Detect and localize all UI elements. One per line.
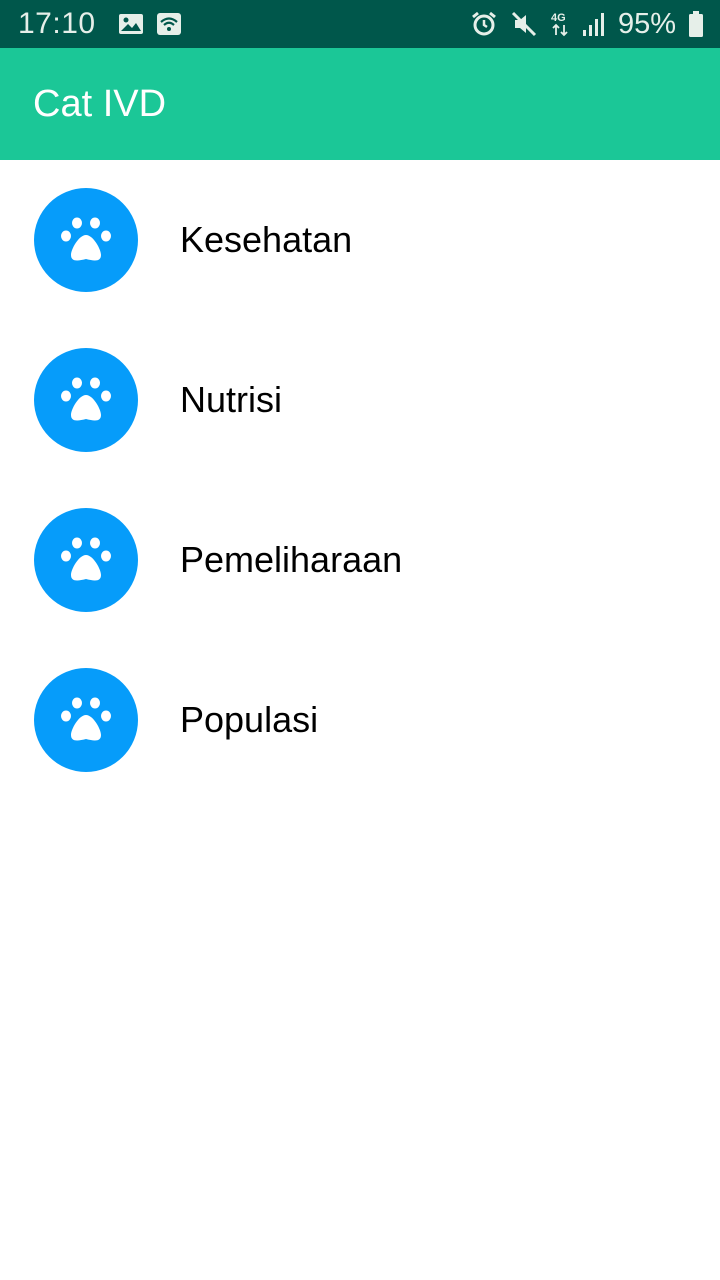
app-title: Cat IVD bbox=[33, 82, 167, 125]
list-item-label: Populasi bbox=[180, 699, 319, 740]
mute-icon bbox=[510, 10, 538, 38]
list-item-pemeliharaan[interactable]: Pemeliharaan bbox=[0, 480, 720, 640]
signal-icon bbox=[582, 11, 606, 37]
status-left: 17:10 bbox=[18, 7, 182, 41]
avatar bbox=[34, 668, 138, 772]
image-icon bbox=[118, 12, 144, 36]
status-bar: 17:10 4G 95% bbox=[0, 0, 720, 48]
battery-percent: 95% bbox=[617, 7, 676, 40]
network-4g-text: 4G bbox=[551, 12, 566, 24]
app-bar: Cat IVD bbox=[0, 48, 720, 160]
network-4g-icon: 4G bbox=[550, 10, 570, 38]
list-item-kesehatan[interactable]: Kesehatan bbox=[0, 160, 720, 320]
list-item-nutrisi[interactable]: Nutrisi bbox=[0, 320, 720, 480]
list-item-label: Kesehatan bbox=[180, 219, 353, 260]
paw-icon bbox=[61, 537, 111, 581]
paw-icon bbox=[61, 377, 111, 421]
avatar bbox=[34, 188, 138, 292]
wifi-hotspot-icon bbox=[156, 12, 182, 36]
avatar bbox=[34, 508, 138, 612]
category-list: Kesehatan Nutrisi Pemeliharaan Populasi bbox=[0, 160, 720, 800]
paw-icon bbox=[61, 217, 111, 261]
paw-icon bbox=[61, 697, 111, 741]
list-item-label: Pemeliharaan bbox=[180, 539, 403, 580]
list-item-populasi[interactable]: Populasi bbox=[0, 640, 720, 800]
avatar bbox=[34, 348, 138, 452]
list-item-label: Nutrisi bbox=[180, 379, 283, 420]
alarm-icon bbox=[470, 10, 498, 38]
battery-icon bbox=[688, 10, 704, 38]
status-time: 17:10 bbox=[18, 7, 96, 40]
status-right: 4G 95% bbox=[470, 8, 704, 41]
